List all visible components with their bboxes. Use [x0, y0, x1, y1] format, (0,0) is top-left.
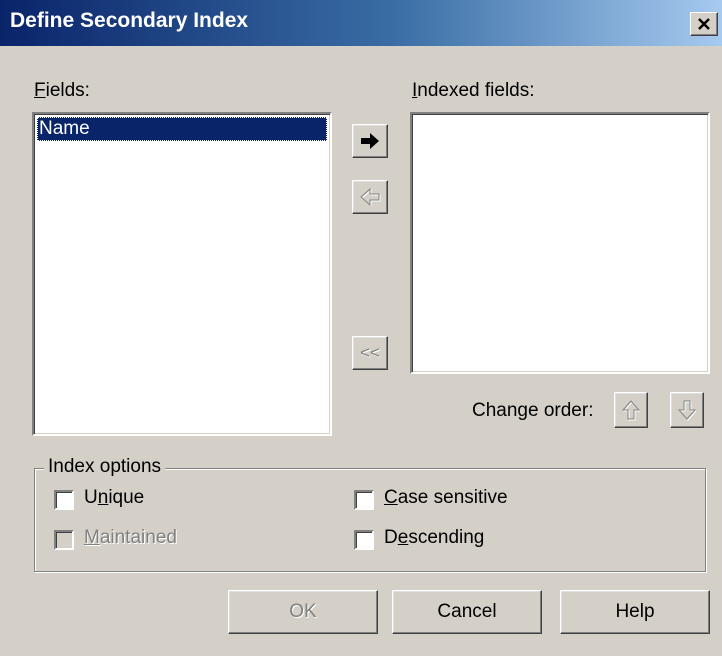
- help-button[interactable]: Help: [560, 590, 710, 634]
- indexed-fields-listbox[interactable]: [410, 112, 710, 374]
- remove-all-button[interactable]: <<: [352, 336, 388, 370]
- close-button[interactable]: [690, 12, 718, 36]
- fields-label: Fields:: [34, 80, 90, 101]
- list-item-name[interactable]: Name: [37, 117, 327, 141]
- descending-checkbox[interactable]: [354, 530, 374, 550]
- arrow-down-icon: [678, 400, 696, 421]
- change-order-label: Change order:: [472, 400, 594, 421]
- maintained-label: Maintained: [84, 527, 177, 548]
- arrow-right-icon: [361, 133, 379, 149]
- title-bar: Define Secondary Index: [0, 0, 722, 46]
- cancel-label: Cancel: [437, 601, 497, 622]
- remove-all-label: <<: [360, 343, 380, 362]
- dialog-title: Define Secondary Index: [10, 9, 249, 32]
- help-label: Help: [615, 601, 655, 622]
- case-sensitive-checkbox[interactable]: [354, 490, 374, 510]
- cancel-button[interactable]: Cancel: [392, 590, 542, 634]
- indexed-fields-label: Indexed fields:: [412, 80, 535, 101]
- remove-field-button[interactable]: [352, 180, 388, 214]
- descending-label[interactable]: Descending: [384, 527, 484, 549]
- arrow-left-icon: [360, 188, 381, 206]
- fields-listbox[interactable]: Name: [32, 112, 332, 436]
- maintained-checkbox[interactable]: [54, 530, 74, 550]
- move-down-button[interactable]: [670, 392, 704, 428]
- close-icon: [698, 18, 710, 30]
- arrow-up-icon: [622, 400, 640, 421]
- index-options-group: [34, 468, 706, 572]
- index-options-label: Index options: [44, 456, 166, 478]
- move-up-button[interactable]: [614, 392, 648, 428]
- add-field-button[interactable]: [352, 124, 388, 158]
- case-sensitive-label[interactable]: Case sensitive: [384, 487, 508, 509]
- unique-label[interactable]: Unique: [84, 487, 144, 509]
- ok-label: OK: [289, 601, 317, 622]
- ok-button[interactable]: OK: [228, 590, 378, 634]
- unique-checkbox[interactable]: [54, 490, 74, 510]
